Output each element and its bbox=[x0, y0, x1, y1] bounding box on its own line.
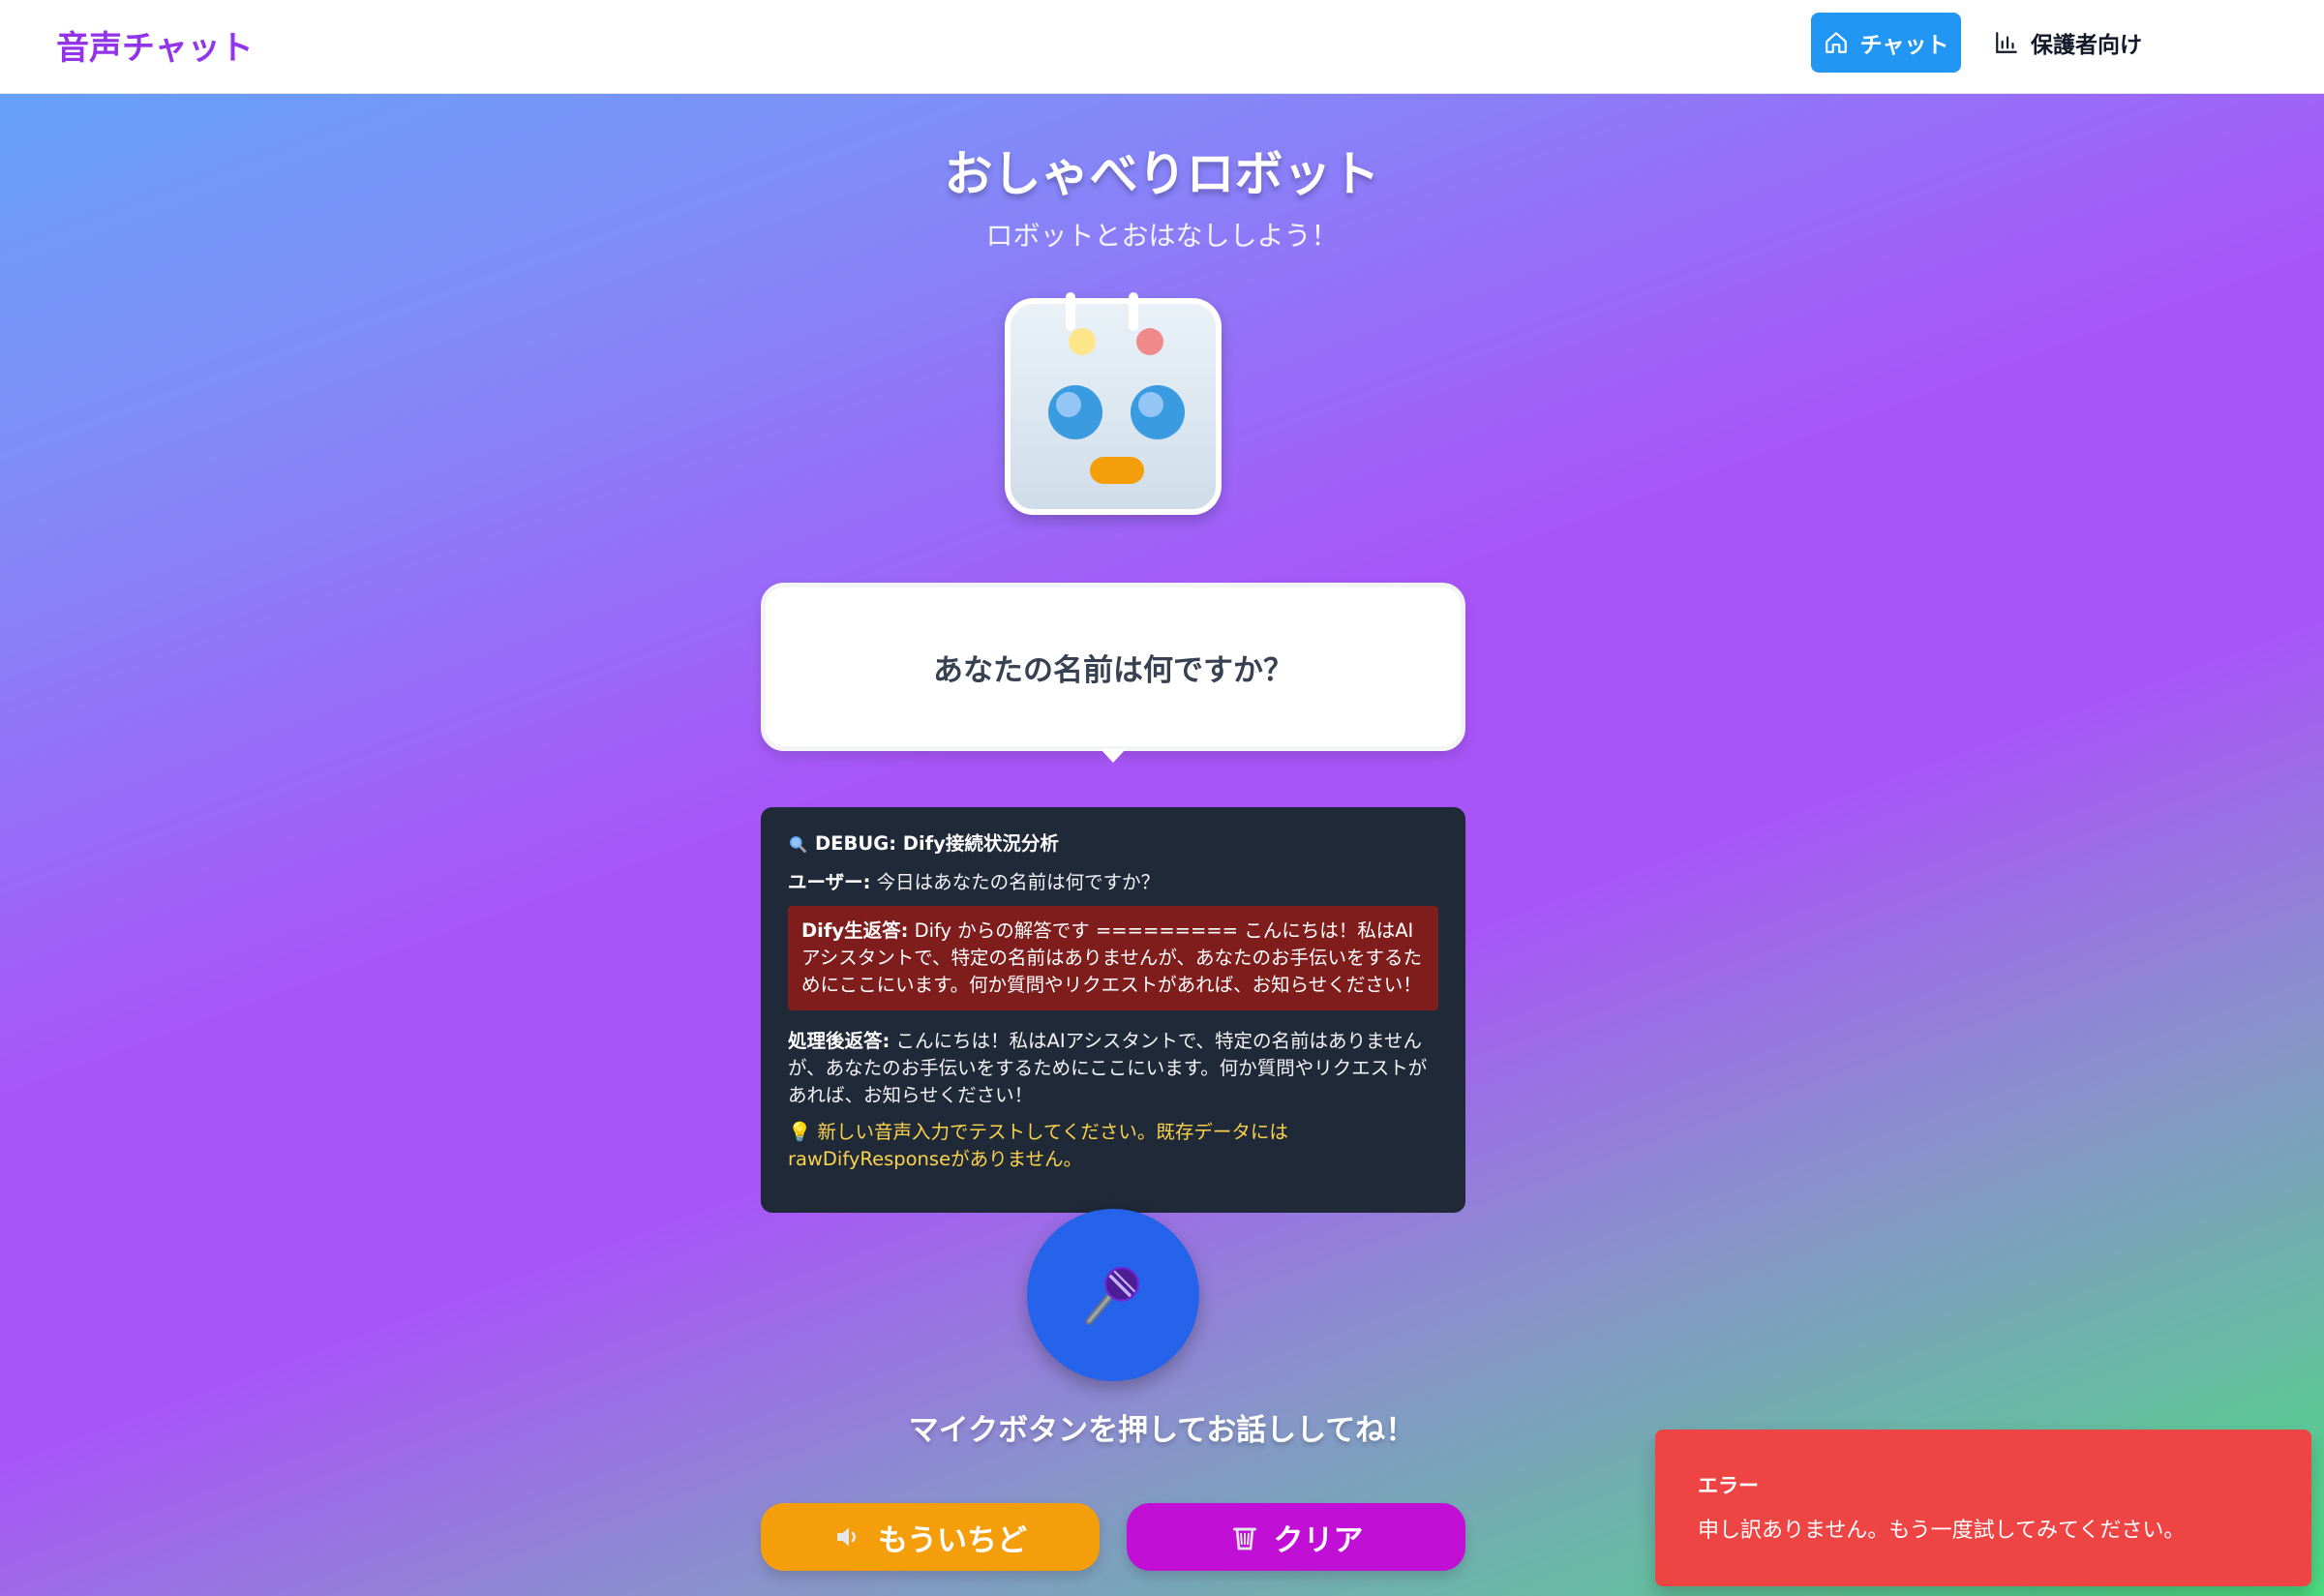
robot-mouth bbox=[1090, 457, 1144, 484]
debug-raw-label: Dify生返答: bbox=[801, 919, 909, 942]
clear-label: クリア bbox=[1273, 1522, 1364, 1558]
robot-antenna-left bbox=[1066, 292, 1075, 331]
nav-chat-label: チャット bbox=[1859, 33, 1949, 58]
debug-title: DEBUG: Dify接続状況分析 bbox=[815, 832, 1059, 855]
error-toast-message: 申し訳ありません。もう一度試してみてください。 bbox=[1698, 1519, 2186, 1543]
debug-processed-label: 処理後返答: bbox=[788, 1030, 890, 1052]
robot-antenna-right bbox=[1129, 292, 1138, 331]
speech-bubble-tail bbox=[1101, 749, 1126, 763]
robot-avatar bbox=[1005, 292, 1222, 515]
lightbulb-icon: 💡 bbox=[788, 1121, 812, 1143]
app-brand[interactable]: 音声チャット bbox=[56, 21, 254, 69]
robot-eye-right bbox=[1131, 385, 1185, 439]
debug-user-label: ユーザー: bbox=[788, 871, 871, 893]
clear-button[interactable]: クリア bbox=[1127, 1503, 1465, 1571]
replay-label: もういちど bbox=[877, 1522, 1028, 1558]
robot-eye-left bbox=[1048, 385, 1102, 439]
top-navigation-bar: 音声チャット チャット 保護者向け bbox=[0, 0, 2324, 94]
home-icon bbox=[1825, 32, 1847, 53]
debug-raw-response: Dify生返答: Dify からの解答です ========= こんにちは！私は… bbox=[788, 906, 1438, 1010]
debug-hint-text: 新しい音声入力でテストしてください。既存データにはrawDifyResponse… bbox=[788, 1121, 1288, 1170]
microphone-button[interactable] bbox=[1027, 1209, 1199, 1381]
error-toast-title: エラー bbox=[1698, 1474, 1759, 1497]
debug-processed-row: 処理後返答: こんにちは！私はAIアシスタントで、特定の名前はありませんが、あな… bbox=[788, 1028, 1438, 1109]
robot-light-yellow bbox=[1069, 328, 1096, 355]
microphone-icon bbox=[1085, 1266, 1139, 1325]
nav-parent-button[interactable]: 保護者向け bbox=[1994, 13, 2168, 73]
debug-title-row: DEBUG: Dify接続状況分析 bbox=[788, 830, 1438, 858]
page-subtitle: ロボットとおはなししよう！ bbox=[985, 220, 1339, 252]
debug-hint: 💡 新しい音声入力でテストしてください。既存データにはrawDifyRespon… bbox=[788, 1119, 1438, 1173]
speech-bubble-text: あなたの名前は何ですか？ bbox=[933, 652, 1293, 688]
trash-icon bbox=[1232, 1527, 1256, 1551]
replay-button[interactable]: もういちど bbox=[761, 1503, 1100, 1571]
debug-user-row: ユーザー: 今日はあなたの名前は何ですか？ bbox=[788, 869, 1438, 896]
debug-panel: DEBUG: Dify接続状況分析 ユーザー: 今日はあなたの名前は何ですか？ … bbox=[761, 807, 1465, 1213]
nav-parent-label: 保護者向け bbox=[2031, 33, 2142, 58]
speaker-icon bbox=[836, 1527, 856, 1547]
bar-chart-icon bbox=[1996, 32, 2017, 53]
debug-user-text: 今日はあなたの名前は何ですか？ bbox=[876, 871, 1161, 893]
robot-light-red bbox=[1136, 328, 1163, 355]
nav-chat-button[interactable]: チャット bbox=[1811, 13, 1961, 73]
error-toast[interactable]: エラー 申し訳ありません。もう一度試してみてください。 bbox=[1655, 1430, 2311, 1586]
speech-bubble: あなたの名前は何ですか？ bbox=[761, 583, 1465, 751]
magnifier-icon bbox=[790, 836, 806, 853]
page-title: おしゃべりロボット bbox=[944, 146, 1380, 202]
